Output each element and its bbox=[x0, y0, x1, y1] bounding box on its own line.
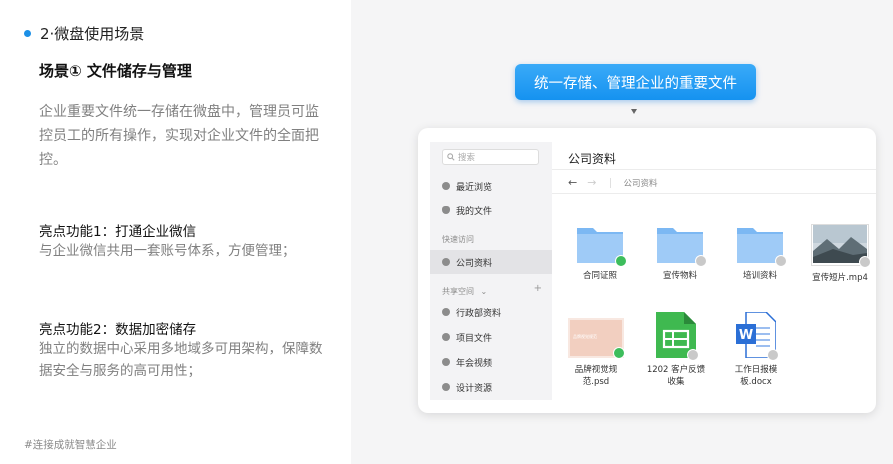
file-item[interactable]: W 工作日报模板.docx bbox=[718, 311, 794, 388]
sidebar-item-label: 设计资源 bbox=[456, 383, 493, 394]
file-item[interactable]: 宣传物料 bbox=[642, 224, 718, 282]
file-item[interactable]: 品牌视觉规范 品牌视觉规范.psd bbox=[558, 318, 634, 388]
cloud-badge-icon bbox=[695, 255, 707, 267]
shared-folder-icon bbox=[442, 258, 450, 266]
cloud-badge-icon bbox=[859, 256, 871, 268]
sidebar: 搜索 最近浏览 我的文件 快速访问 公司资料 共享空间 ⌄ + 行政部资料 项目… bbox=[430, 142, 552, 400]
file-name: 品牌视觉规范.psd bbox=[574, 365, 618, 387]
file-name: 培训资料 bbox=[742, 271, 777, 281]
forward-arrow-icon[interactable]: → bbox=[587, 176, 596, 189]
thumb-text: 品牌视觉规范 bbox=[573, 334, 597, 339]
chevron-down-icon: ⌄ bbox=[480, 287, 488, 296]
sidebar-item-label: 行政部资料 bbox=[456, 308, 502, 319]
word-doc-icon: W bbox=[736, 311, 779, 361]
search-icon bbox=[447, 153, 455, 161]
psd-thumbnail-icon: 品牌视觉规范 bbox=[568, 318, 625, 359]
file-item[interactable]: 宣传短片.mp4 bbox=[802, 224, 876, 284]
sidebar-item-design-resources[interactable]: 设计资源 bbox=[430, 375, 552, 399]
file-item[interactable]: 合同证照 bbox=[562, 224, 638, 282]
shared-space-label: 共享空间 bbox=[442, 287, 474, 296]
file-name: 1202 客户反馈收集 bbox=[646, 365, 706, 387]
breadcrumb: ← → 公司资料 bbox=[568, 176, 657, 189]
video-thumbnail-icon bbox=[811, 224, 871, 268]
shared-folder-icon bbox=[442, 308, 450, 316]
section-title-text: 2·微盘使用场景 bbox=[40, 25, 145, 43]
search-input[interactable]: 搜索 bbox=[442, 149, 539, 165]
sidebar-item-label: 年会视频 bbox=[456, 358, 493, 369]
highlight-2-desc: 独立的数据中心采用多地域多可用架构，保障数据安全与服务的高可用性； bbox=[39, 341, 323, 379]
intro-text: 企业重要文件统一存储在微盘中，管理员可监控员工的所有操作，实现对企业文件的全面把… bbox=[39, 104, 319, 168]
sidebar-item-my-files[interactable]: 我的文件 bbox=[430, 198, 552, 222]
section-title: 2·微盘使用场景 bbox=[24, 23, 144, 44]
folder-icon bbox=[576, 224, 627, 267]
sidebar-item-label: 我的文件 bbox=[456, 206, 493, 217]
left-panel: 2·微盘使用场景 场景① 文件储存与管理 企业重要文件统一存储在微盘中，管理员可… bbox=[0, 0, 351, 464]
clock-icon bbox=[442, 182, 450, 190]
folder-icon bbox=[736, 224, 787, 267]
back-arrow-icon[interactable]: ← bbox=[568, 176, 577, 189]
sidebar-item-label: 项目文件 bbox=[456, 333, 493, 344]
shared-folder-icon bbox=[442, 383, 450, 391]
breadcrumb-item[interactable]: 公司资料 bbox=[623, 177, 657, 189]
page-title: 公司资料 bbox=[568, 152, 617, 166]
file-name: 宣传物料 bbox=[662, 271, 697, 281]
banner-callout: 统一存储、管理企业的重要文件 bbox=[515, 64, 756, 100]
add-space-icon[interactable]: + bbox=[534, 283, 542, 294]
shared-space-header[interactable]: 共享空间 ⌄ bbox=[442, 286, 542, 297]
file-item[interactable]: 1202 客户反馈收集 bbox=[638, 312, 714, 388]
quick-access-label: 快速访问 bbox=[442, 235, 474, 244]
cloud-badge-icon bbox=[775, 255, 787, 267]
sidebar-item-project-files[interactable]: 项目文件 bbox=[430, 325, 552, 349]
highlight-1-desc: 与企业微信共用一套账号体系，方便管理； bbox=[39, 243, 296, 259]
highlight-2-title: 亮点功能2：数据加密储存 bbox=[39, 322, 197, 338]
synced-badge-icon bbox=[615, 255, 627, 267]
file-name: 工作日报模板.docx bbox=[734, 365, 778, 387]
shared-folder-icon bbox=[442, 358, 450, 366]
cloud-badge-icon bbox=[687, 349, 699, 361]
sidebar-item-annual-video[interactable]: 年会视频 bbox=[430, 350, 552, 374]
synced-badge-icon bbox=[613, 347, 625, 359]
cloud-badge-icon bbox=[767, 349, 779, 361]
scene-title: 场景① 文件储存与管理 bbox=[39, 62, 192, 80]
main-pane: 公司资料 ← → 公司资料 合同证照 宣传物料 培训资料 宣传短片.mp4 品牌… bbox=[552, 142, 876, 400]
app-window: 搜索 最近浏览 我的文件 快速访问 公司资料 共享空间 ⌄ + 行政部资料 项目… bbox=[418, 128, 876, 413]
divider bbox=[552, 169, 876, 170]
sidebar-item-company-docs[interactable]: 公司资料 bbox=[430, 250, 552, 274]
file-item[interactable]: 培训资料 bbox=[722, 224, 798, 282]
sidebar-item-admin-docs[interactable]: 行政部资料 bbox=[430, 300, 552, 324]
search-placeholder: 搜索 bbox=[458, 153, 476, 163]
bullet-dot-icon bbox=[24, 30, 31, 37]
svg-text:W: W bbox=[739, 328, 753, 343]
user-icon bbox=[442, 206, 450, 214]
sidebar-item-label: 公司资料 bbox=[456, 258, 493, 269]
shared-folder-icon bbox=[442, 333, 450, 341]
hashtag: #连接成就智慧企业 bbox=[24, 439, 117, 451]
highlight-1-title: 亮点功能1：打通企业微信 bbox=[39, 224, 197, 240]
sidebar-item-label: 最近浏览 bbox=[456, 182, 493, 193]
file-name: 宣传短片.mp4 bbox=[812, 273, 868, 283]
divider bbox=[610, 177, 612, 188]
spreadsheet-icon bbox=[656, 312, 699, 361]
file-name: 合同证照 bbox=[582, 271, 617, 281]
divider bbox=[552, 193, 876, 194]
sidebar-item-recent[interactable]: 最近浏览 bbox=[430, 174, 552, 198]
down-arrow-icon bbox=[631, 109, 637, 114]
folder-icon bbox=[656, 224, 707, 267]
